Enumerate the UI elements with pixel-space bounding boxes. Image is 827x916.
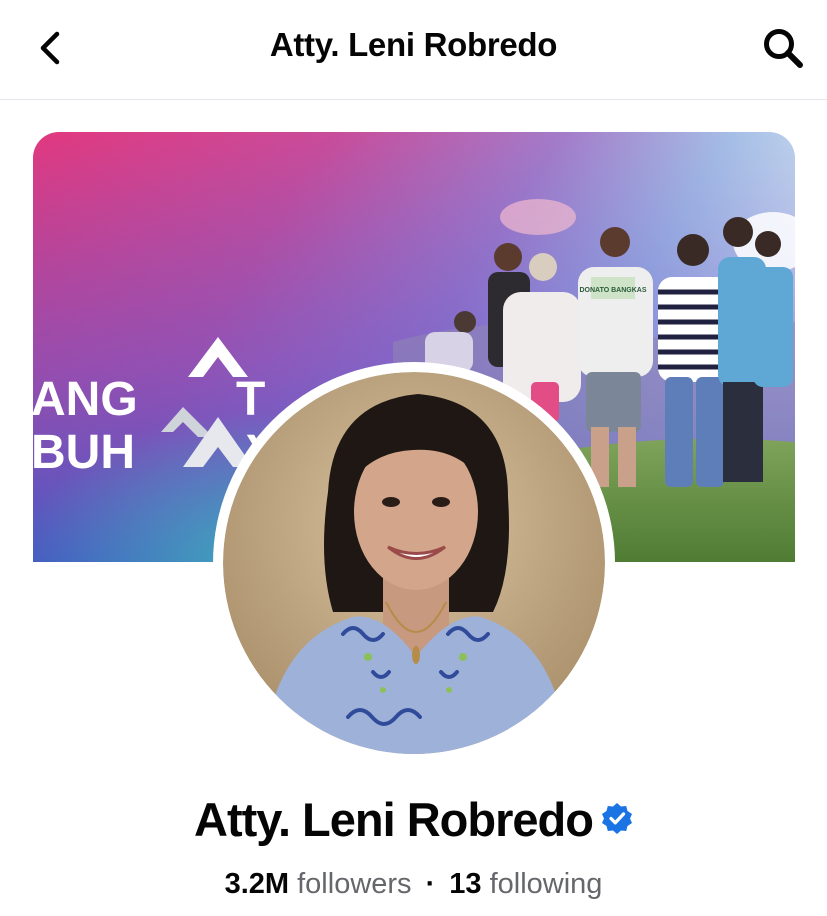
- avatar: [223, 372, 605, 754]
- verified-badge-icon: [601, 802, 632, 834]
- profile-name: Atty. Leni Robredo: [0, 788, 827, 847]
- top-bar: Atty. Leni Robredo: [0, 0, 827, 100]
- following-link[interactable]: 13 following: [449, 868, 602, 900]
- following-count: 13: [449, 868, 482, 900]
- followers-link[interactable]: 3.2M followers: [225, 868, 412, 900]
- profile-name-text: Atty. Leni Robredo: [194, 793, 594, 847]
- followers-label: followers: [297, 868, 412, 900]
- following-label: following: [489, 868, 603, 900]
- svg-text:T: T: [236, 373, 265, 426]
- svg-text:ANG: ANG: [33, 373, 138, 426]
- profile-picture[interactable]: [213, 362, 615, 764]
- search-button[interactable]: [757, 22, 809, 74]
- followers-count: 3.2M: [224, 868, 290, 900]
- page-title: Atty. Leni Robredo: [269, 26, 558, 63]
- follower-stats: 3.2M followers · 13 following: [0, 868, 827, 901]
- svg-text:BUH: BUH: [33, 426, 135, 479]
- search-icon: [764, 29, 803, 68]
- stats-separator: ·: [425, 868, 436, 900]
- shirt-text: DONATO BANGKAS: [579, 287, 646, 294]
